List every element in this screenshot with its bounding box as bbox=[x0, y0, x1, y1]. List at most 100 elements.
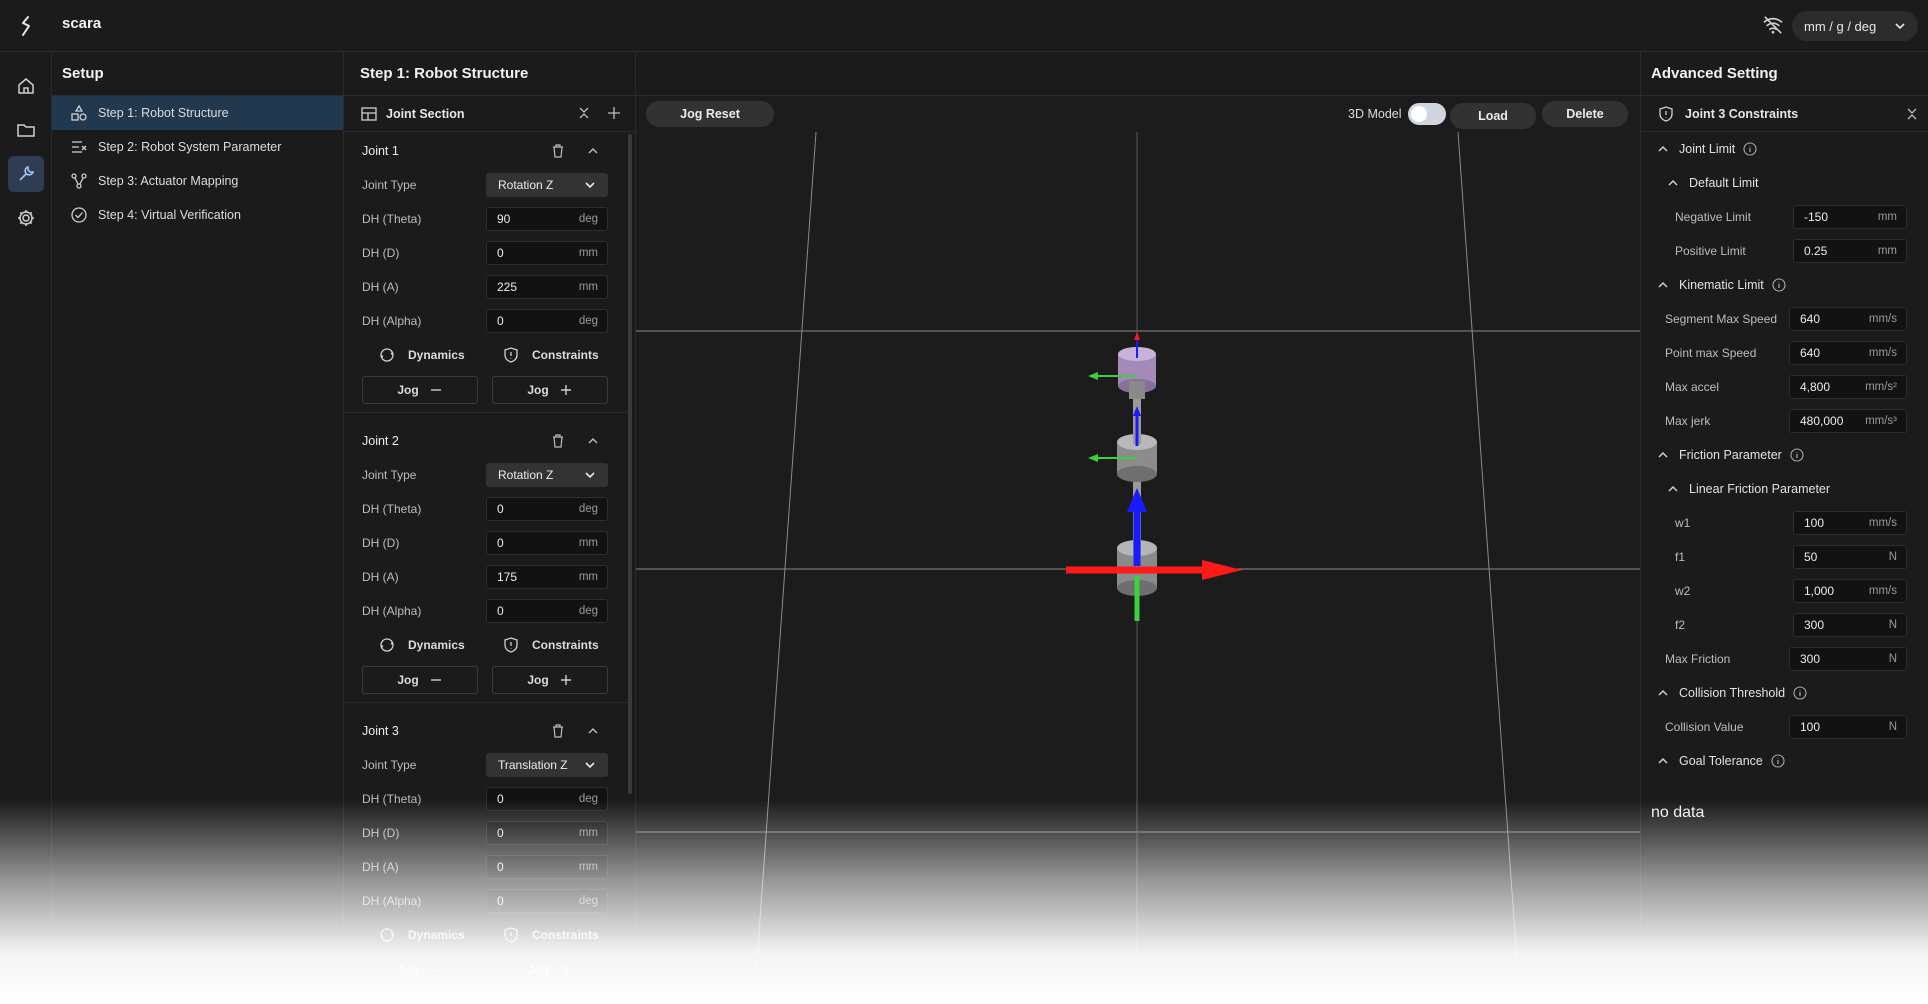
collapse-all-icon[interactable] bbox=[576, 105, 592, 121]
info-icon[interactable] bbox=[1743, 142, 1757, 156]
setup-tools-button[interactable] bbox=[8, 156, 44, 192]
f2-input[interactable]: 300 N bbox=[1793, 613, 1907, 637]
collision-threshold-section[interactable]: Collision Threshold bbox=[1641, 676, 1928, 710]
max-jerk-input[interactable]: 480,000 mm/s³ bbox=[1789, 409, 1907, 433]
step-robot-structure[interactable]: Step 1: Robot Structure bbox=[52, 96, 343, 130]
step-robot-system-parameter[interactable]: Step 2: Robot System Parameter bbox=[52, 130, 343, 164]
home-button[interactable] bbox=[8, 68, 44, 104]
minus-icon bbox=[430, 389, 441, 391]
dynamics-button[interactable]: Dynamics bbox=[378, 926, 465, 944]
collision-value-input[interactable]: 100 N bbox=[1789, 715, 1907, 739]
chevron-up-icon bbox=[1668, 485, 1678, 492]
linear-friction-section[interactable]: Linear Friction Parameter bbox=[1641, 472, 1928, 506]
info-icon[interactable] bbox=[1790, 448, 1804, 462]
w1-row: w1 100 mm/s bbox=[1641, 506, 1928, 540]
plus-icon bbox=[560, 965, 571, 975]
step-virtual-verification[interactable]: Step 4: Virtual Verification bbox=[52, 198, 343, 232]
dh-a-input[interactable]: 0 mm bbox=[486, 855, 608, 879]
unit-system-select[interactable]: mm / g / deg bbox=[1792, 11, 1918, 41]
dh-d-input[interactable]: 0 mm bbox=[486, 821, 608, 845]
point-max-speed-input[interactable]: 640 mm/s bbox=[1789, 341, 1907, 365]
constraints-button[interactable]: Constraints bbox=[502, 346, 599, 364]
joint-type-row: Joint Type Rotation Z bbox=[344, 458, 628, 492]
dynamics-button[interactable]: Dynamics bbox=[378, 636, 465, 654]
section-title: Linear Friction Parameter bbox=[1689, 482, 1831, 496]
max-accel-row: Max accel 4,800 mm/s² bbox=[1641, 370, 1928, 404]
folder-button[interactable] bbox=[8, 112, 44, 148]
dh-d-input[interactable]: 0 mm bbox=[486, 241, 608, 265]
chevron-up-icon[interactable] bbox=[586, 144, 600, 158]
field-unit: N bbox=[1888, 721, 1897, 733]
trash-icon[interactable] bbox=[550, 723, 566, 739]
f1-input[interactable]: 50 N bbox=[1793, 545, 1907, 569]
joint-section-panel: Joint Section Joint 1 Joint Type Rotatio… bbox=[344, 52, 636, 1004]
jog-plus-button[interactable]: Jog bbox=[492, 666, 608, 694]
dh-a-input[interactable]: 175 mm bbox=[486, 565, 608, 589]
wifi-off-icon[interactable] bbox=[1762, 15, 1784, 35]
info-icon[interactable] bbox=[1793, 686, 1807, 700]
constraints-label: Constraints bbox=[532, 638, 599, 652]
field-value: 300 bbox=[1800, 652, 1821, 666]
joint-type-select[interactable]: Rotation Z bbox=[486, 463, 608, 487]
3d-model-toggle[interactable] bbox=[1408, 103, 1446, 125]
dh-d-input[interactable]: 0 mm bbox=[486, 531, 608, 555]
dh-theta-input[interactable]: 0 deg bbox=[486, 497, 608, 521]
max-friction-input[interactable]: 300 N bbox=[1789, 647, 1907, 671]
joint-limit-section[interactable]: Joint Limit bbox=[1641, 132, 1928, 166]
dynamics-button[interactable]: Dynamics bbox=[378, 346, 465, 364]
joint-type-select[interactable]: Rotation Z bbox=[486, 173, 608, 197]
default-limit-section[interactable]: Default Limit bbox=[1641, 166, 1928, 200]
dh-alpha-row: DH (Alpha) 0 deg bbox=[344, 594, 628, 628]
3d-viewport[interactable]: Jog Reset 3D Model Load Delete bbox=[636, 96, 1640, 1004]
load-button[interactable]: Load bbox=[1450, 103, 1536, 129]
jog-plus-button[interactable]: Jog bbox=[492, 376, 608, 404]
friction-parameter-section[interactable]: Friction Parameter bbox=[1641, 438, 1928, 472]
chevron-down-icon bbox=[585, 182, 595, 189]
settings-button[interactable] bbox=[8, 200, 44, 236]
joint-type-select[interactable]: Translation Z bbox=[486, 753, 608, 777]
dh-theta-input[interactable]: 90 deg bbox=[486, 207, 608, 231]
delete-label: Delete bbox=[1566, 107, 1604, 121]
constraints-button[interactable]: Constraints bbox=[502, 926, 599, 944]
dh-alpha-input[interactable]: 0 deg bbox=[486, 599, 608, 623]
jog-reset-button[interactable]: Jog Reset bbox=[646, 101, 774, 127]
axis-gizmos bbox=[1066, 332, 1242, 621]
step-actuator-mapping[interactable]: Step 3: Actuator Mapping bbox=[52, 164, 343, 198]
constraints-button[interactable]: Constraints bbox=[502, 636, 599, 654]
dynamics-constraints-row: Dynamics Constraints bbox=[344, 338, 628, 372]
joint-list-scrollbar[interactable] bbox=[628, 134, 632, 794]
positive-limit-input[interactable]: 0.25 mm bbox=[1793, 239, 1907, 263]
jog-plus-button[interactable]: Jog bbox=[492, 956, 608, 984]
info-icon[interactable] bbox=[1771, 754, 1785, 768]
field-value: 0.25 bbox=[1804, 244, 1828, 258]
field-value: 90 bbox=[497, 212, 511, 226]
goal-tolerance-section[interactable]: Goal Tolerance bbox=[1641, 744, 1928, 778]
dh-theta-label: DH (Theta) bbox=[362, 212, 422, 226]
w1-input[interactable]: 100 mm/s bbox=[1793, 511, 1907, 535]
jog-minus-button[interactable]: Jog bbox=[362, 666, 478, 694]
trash-icon[interactable] bbox=[550, 433, 566, 449]
kinematic-limit-section[interactable]: Kinematic Limit bbox=[1641, 268, 1928, 302]
dh-alpha-input[interactable]: 0 deg bbox=[486, 309, 608, 333]
w2-input[interactable]: 1,000 mm/s bbox=[1793, 579, 1907, 603]
delete-button[interactable]: Delete bbox=[1542, 101, 1628, 127]
negative-limit-input[interactable]: -150 mm bbox=[1793, 205, 1907, 229]
add-joint-icon[interactable] bbox=[606, 105, 622, 121]
jog-minus-button[interactable]: Jog bbox=[362, 376, 478, 404]
dh-alpha-input[interactable]: 0 deg bbox=[486, 889, 608, 913]
app-title: scara bbox=[62, 15, 102, 32]
segment-max-speed-input[interactable]: 640 mm/s bbox=[1789, 307, 1907, 331]
collapse-icon[interactable] bbox=[1905, 107, 1919, 121]
chevron-up-icon[interactable] bbox=[586, 434, 600, 448]
dh-a-input[interactable]: 225 mm bbox=[486, 275, 608, 299]
dh-theta-input[interactable]: 0 deg bbox=[486, 787, 608, 811]
max-accel-input[interactable]: 4,800 mm/s² bbox=[1789, 375, 1907, 399]
info-icon[interactable] bbox=[1772, 278, 1786, 292]
trash-icon[interactable] bbox=[550, 143, 566, 159]
chevron-up-icon[interactable] bbox=[586, 724, 600, 738]
constraints-label: Constraints bbox=[532, 348, 599, 362]
positive-limit-row: Positive Limit 0.25 mm bbox=[1641, 234, 1928, 268]
dh-alpha-label: DH (Alpha) bbox=[362, 894, 422, 908]
f1-row: f1 50 N bbox=[1641, 540, 1928, 574]
jog-minus-button[interactable]: Jog bbox=[362, 956, 478, 984]
